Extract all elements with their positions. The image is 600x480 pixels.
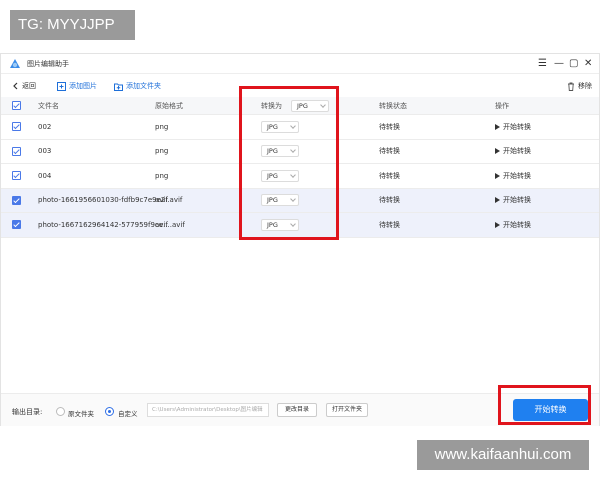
checkbox-icon <box>12 146 21 156</box>
add-folder-icon <box>114 83 123 91</box>
change-dir-button[interactable]: 更改目录 <box>277 403 317 417</box>
row-filename: 002 <box>38 122 52 131</box>
row-start-label: 开始转换 <box>503 147 531 156</box>
row-status: 待转换 <box>379 147 400 156</box>
remove-label: 移除 <box>578 82 592 90</box>
highlight-box-target-column <box>239 86 339 240</box>
row-filename: 003 <box>38 147 52 156</box>
add-image-icon <box>57 81 66 91</box>
row-checkbox[interactable] <box>12 213 21 237</box>
add-image-label: 添加图片 <box>69 82 97 90</box>
header-status: 转换状态 <box>379 101 407 110</box>
row-status: 待转换 <box>379 171 400 180</box>
checkbox-icon <box>12 171 21 181</box>
add-folder-button[interactable]: 添加文件夹 <box>114 81 161 91</box>
checkbox-outline-icon <box>12 101 21 110</box>
open-folder-button[interactable]: 打开文件夹 <box>326 403 368 417</box>
row-format: avif <box>155 196 168 205</box>
row-start-button[interactable]: 开始转换 <box>495 140 531 164</box>
row-format: png <box>155 147 169 156</box>
select-all-checkbox[interactable] <box>12 97 21 114</box>
trash-icon <box>568 82 574 91</box>
header-filename: 文件名 <box>38 101 59 110</box>
watermark-bottom: www.kaifaanhui.com <box>417 440 589 470</box>
highlight-box-start-button <box>498 385 591 425</box>
checkbox-checked-icon <box>12 195 21 205</box>
option-custom-label: 自定义 <box>118 410 138 418</box>
title-bar: 图片编辑助手 ☰ — ▢ ✕ <box>1 54 599 74</box>
play-icon <box>495 197 500 204</box>
maximize-icon[interactable]: ▢ <box>569 58 578 69</box>
row-start-label: 开始转换 <box>503 171 531 180</box>
play-icon <box>495 221 500 228</box>
radio-custom[interactable] <box>105 407 114 416</box>
header-format: 原始格式 <box>155 101 183 110</box>
row-start-button[interactable]: 开始转换 <box>495 189 531 213</box>
row-filename: 004 <box>38 171 52 180</box>
back-label: 返回 <box>22 82 36 90</box>
row-status: 待转换 <box>379 220 400 229</box>
add-image-button[interactable]: 添加图片 <box>57 81 97 91</box>
output-label: 输出目录: <box>12 408 43 416</box>
row-checkbox[interactable] <box>12 115 21 139</box>
row-status: 待转换 <box>379 122 400 131</box>
row-start-button[interactable]: 开始转换 <box>495 213 531 237</box>
row-checkbox[interactable] <box>12 189 21 213</box>
row-start-label: 开始转换 <box>503 196 531 205</box>
row-format: png <box>155 171 169 180</box>
option-source-label: 原文件夹 <box>68 410 94 418</box>
output-path-input[interactable]: C:\Users\Administrator\Desktop\图片编辑 <box>147 403 269 417</box>
radio-source-folder[interactable] <box>56 407 65 416</box>
back-button[interactable]: 返回 <box>12 81 36 91</box>
play-icon <box>495 148 500 155</box>
row-checkbox[interactable] <box>12 140 21 164</box>
row-status: 待转换 <box>379 196 400 205</box>
minimize-icon[interactable]: — <box>554 58 564 69</box>
row-start-label: 开始转换 <box>503 122 531 131</box>
play-icon <box>495 123 500 130</box>
row-start-button[interactable]: 开始转换 <box>495 115 531 139</box>
row-checkbox[interactable] <box>12 164 21 188</box>
add-folder-label: 添加文件夹 <box>126 82 161 90</box>
row-format: avif <box>155 220 168 229</box>
header-action: 操作 <box>495 101 509 110</box>
close-icon[interactable]: ✕ <box>584 58 592 69</box>
chevron-left-icon <box>13 82 18 90</box>
watermark-top: TG: MYYJJPP <box>10 10 135 40</box>
remove-button[interactable]: 移除 <box>567 81 592 91</box>
checkbox-checked-icon <box>12 220 21 230</box>
row-format: png <box>155 122 169 131</box>
play-icon <box>495 172 500 179</box>
checkbox-icon <box>12 122 21 132</box>
app-logo-icon <box>10 59 20 68</box>
row-start-button[interactable]: 开始转换 <box>495 164 531 188</box>
row-start-label: 开始转换 <box>503 220 531 229</box>
menu-icon[interactable]: ☰ <box>538 58 547 69</box>
app-title: 图片编辑助手 <box>27 60 69 68</box>
